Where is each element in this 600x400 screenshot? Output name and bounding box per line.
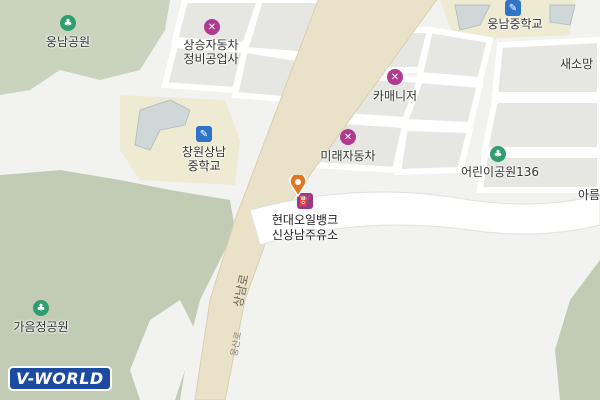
ungnam-park-label: 웅남공원 (45, 35, 91, 49)
vworld-logo: V-WORLD (10, 368, 110, 389)
changwon-sangnam-label-line2: 중학교 (187, 159, 221, 173)
park-icon: ♣ (33, 300, 49, 316)
hyundai-oil-label: 현대오일뱅크 (271, 213, 339, 227)
school-icon: ✎ (196, 126, 212, 142)
sangseung-label: 상승자동차 (183, 38, 239, 52)
gaeumjeong-park-label: 가음정공원 (13, 320, 69, 334)
camani-label: 카매니저 (372, 89, 418, 103)
school-icon: ✎ (505, 0, 521, 16)
park-icon: ♣ (490, 146, 506, 162)
wrench-icon: ✕ (340, 129, 356, 145)
sangseung-label-line2: 정비공업사 (183, 52, 239, 66)
areum-label: 아름 (578, 188, 600, 202)
wrench-icon: ✕ (204, 19, 220, 35)
mirae-label: 미래자동차 (320, 149, 376, 163)
ungnam-middle-school-label: 웅남중학교 (487, 17, 543, 31)
map-view[interactable]: ♣ ✎ ✕ ✕ ✕ ✎ ♣ ⛽ ♣ 웅남공원 웅남중학교 상승자동차 정비공업사… (0, 0, 600, 400)
changwon-sangnam-label: 창원상남 (181, 145, 227, 159)
park-icon: ♣ (60, 15, 76, 31)
playground-label: 어린이공원136 (460, 165, 540, 179)
saesomang-label: 새소망 (560, 57, 594, 71)
hyundai-oil-label-line2: 신상남주유소 (271, 228, 339, 242)
wrench-icon: ✕ (387, 69, 403, 85)
location-pin-icon[interactable] (288, 175, 308, 197)
